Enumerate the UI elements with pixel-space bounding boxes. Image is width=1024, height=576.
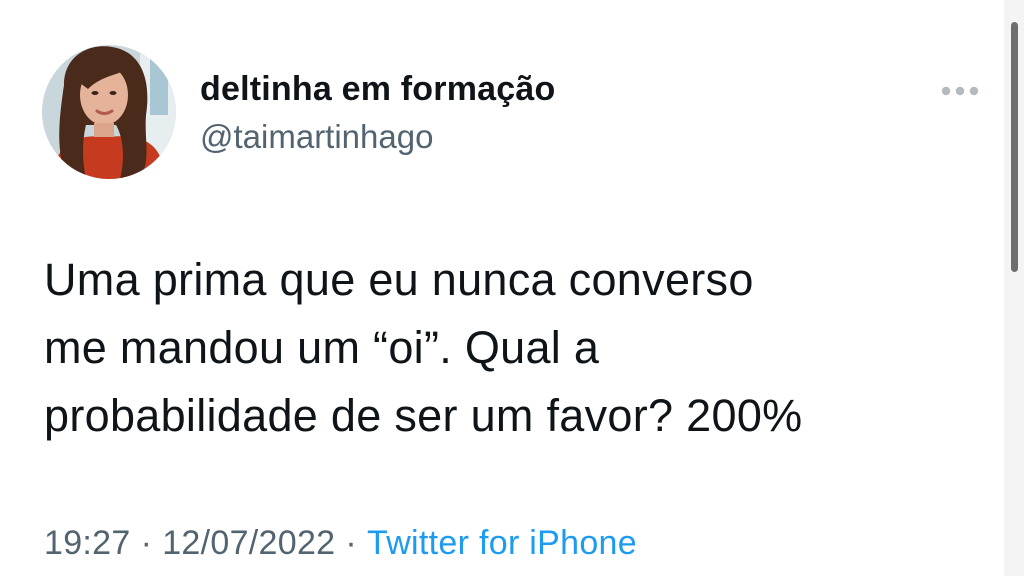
scrollbar[interactable] xyxy=(1004,0,1024,576)
tweet-metadata: 19:27 · 12/07/2022 · Twitter for iPhone xyxy=(44,524,637,563)
tweet-text: Uma prima que eu nunca converso me mando… xyxy=(44,254,803,441)
more-options-button[interactable] xyxy=(934,76,986,106)
scrollbar-thumb[interactable] xyxy=(1011,22,1018,272)
meta-separator: · xyxy=(140,524,153,562)
avatar[interactable] xyxy=(42,45,176,179)
tweet-source-link[interactable]: Twitter for iPhone xyxy=(367,524,637,562)
tweet-time[interactable]: 19:27 xyxy=(44,524,131,562)
tweet-date[interactable]: 12/07/2022 xyxy=(162,524,335,562)
meta-separator: · xyxy=(345,524,358,562)
author-display-name[interactable]: deltinha em formação xyxy=(200,70,555,109)
avatar-photo xyxy=(42,45,176,179)
more-horizontal-icon xyxy=(941,86,979,96)
tweet-card: deltinha em formação @taimartinhago Uma … xyxy=(0,0,1004,576)
author-handle[interactable]: @taimartinhago xyxy=(200,118,433,156)
